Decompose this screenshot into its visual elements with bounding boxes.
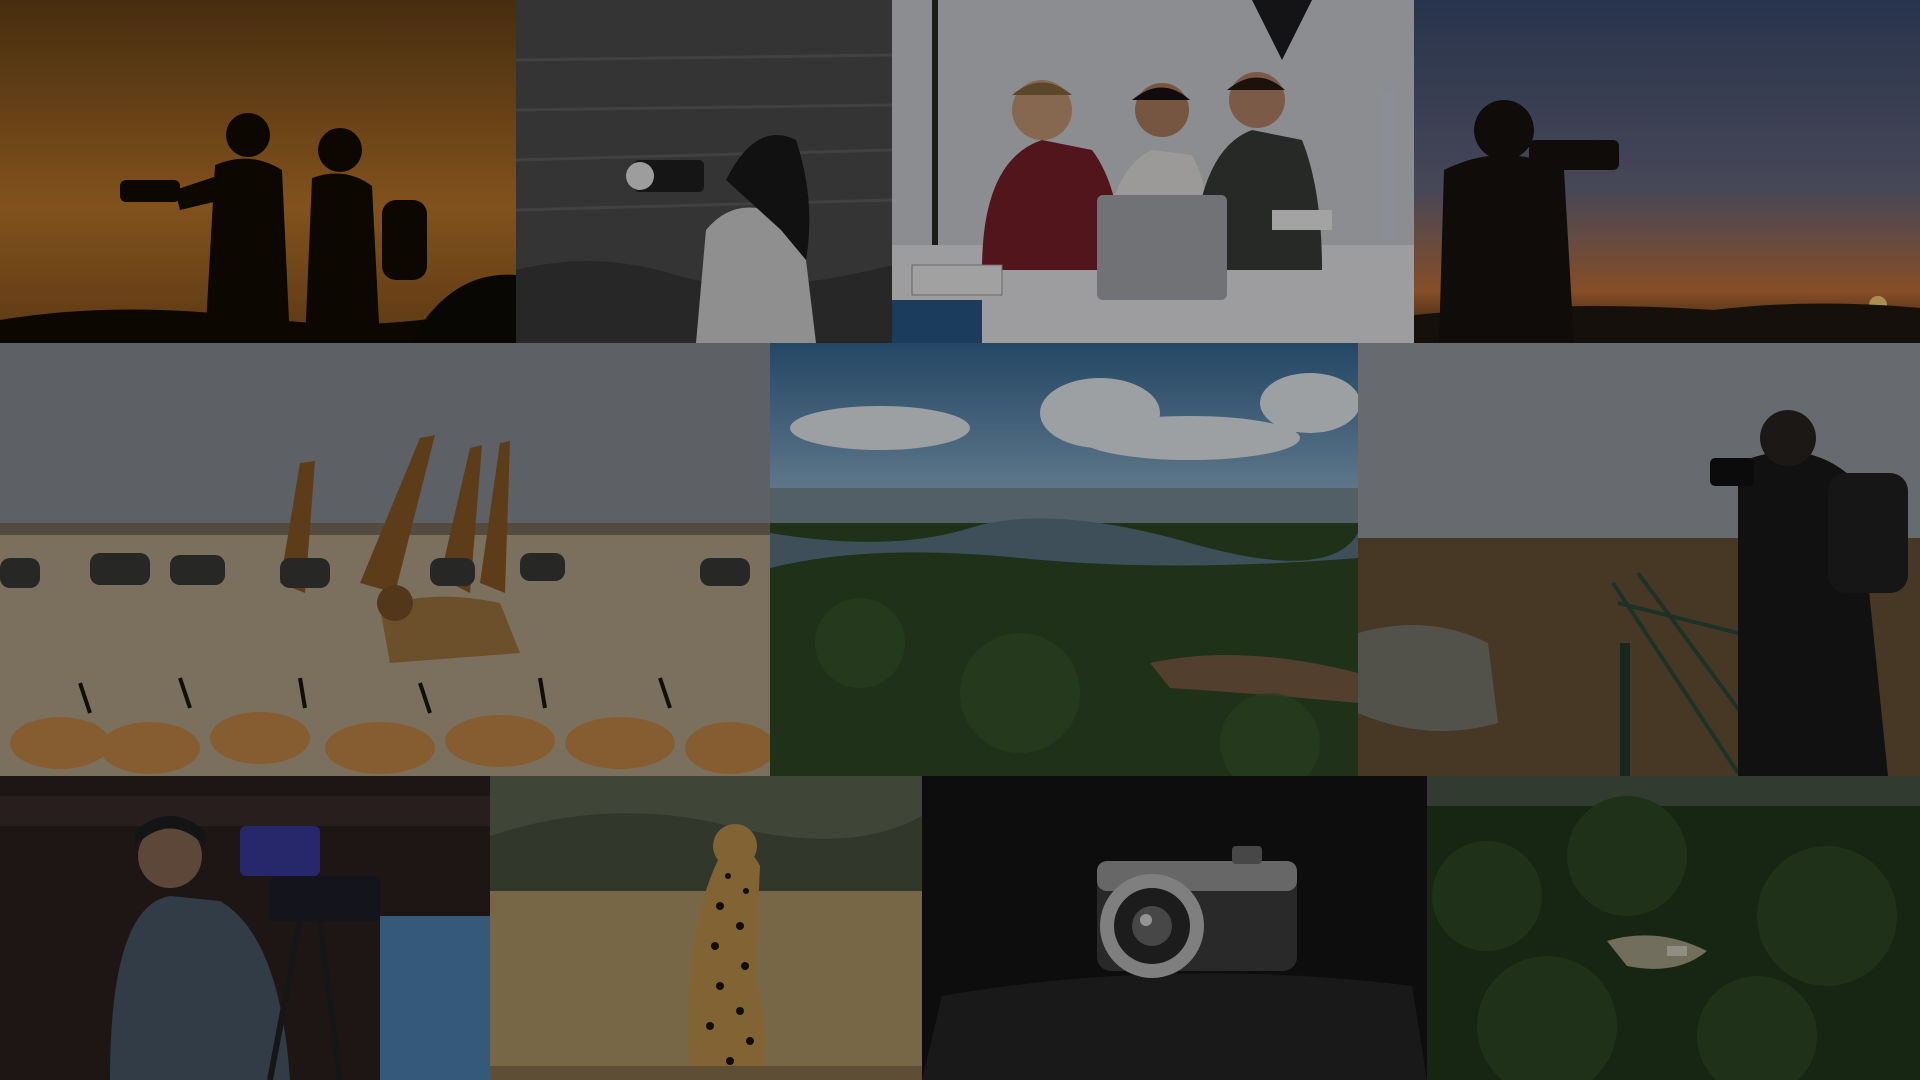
photo-photographer-marsh-bridge: [1358, 343, 1920, 776]
photo-team-laptop-studio: [892, 0, 1414, 343]
photo-savanna-wildlife: [0, 343, 770, 776]
photo-photographer-sunset-hills: [1414, 0, 1920, 343]
photo-aerial-river-forest: [770, 343, 1358, 783]
photo-studio-video-camera: [0, 776, 490, 1080]
photo-silhouette-photographers-sunset: [0, 0, 516, 343]
photo-collage: [0, 0, 1920, 1080]
photo-mirrorless-camera-bw: [922, 776, 1427, 1080]
photo-cheetah-grassland: [490, 776, 922, 1080]
photo-woman-camera-seaside: [516, 0, 892, 343]
photo-aerial-forest-clearing: [1427, 776, 1920, 1080]
